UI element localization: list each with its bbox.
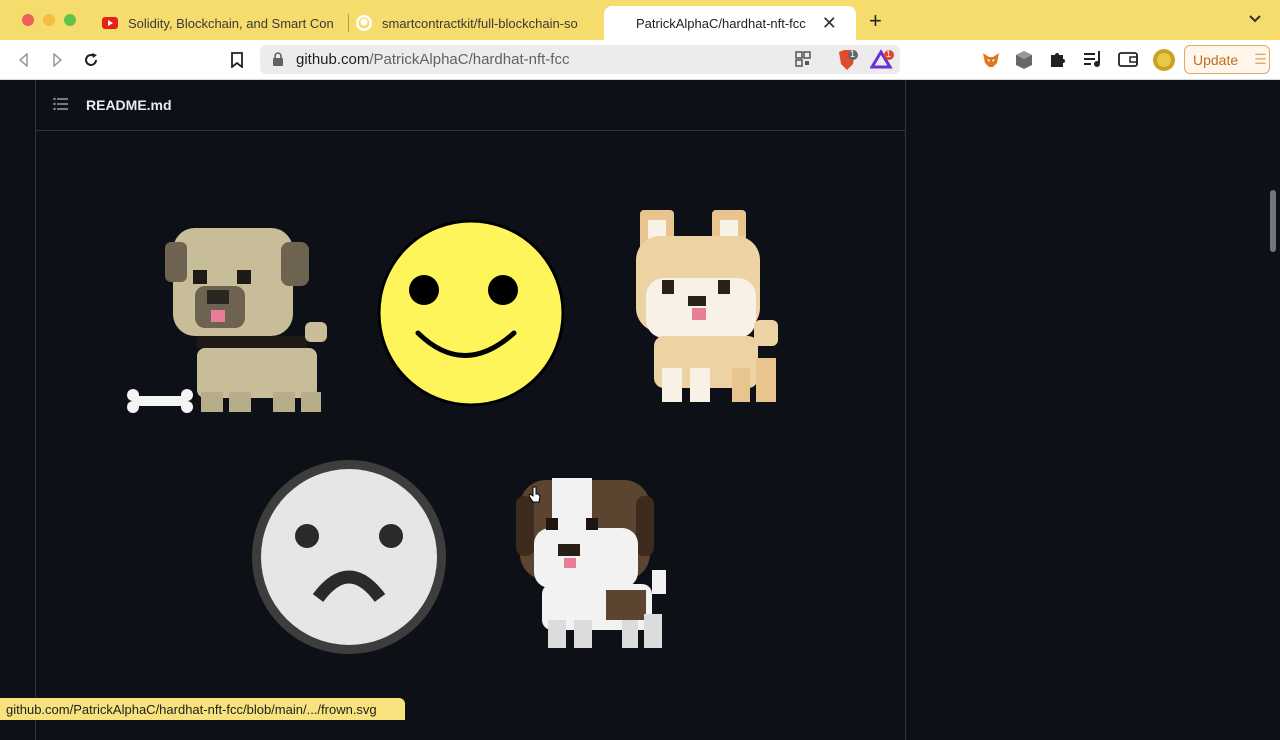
update-label: Update: [1193, 51, 1239, 68]
tab-github-blockchain[interactable]: smartcontractkit/full-blockchain-so: [342, 6, 598, 40]
tab-title: smartcontractkit/full-blockchain-so: [382, 15, 578, 31]
qr-code-icon[interactable]: [795, 51, 811, 72]
github-icon: [356, 15, 372, 31]
url-path: /PatrickAlphaC/hardhat-nft-fcc: [369, 51, 570, 68]
outline-list-icon[interactable]: [53, 97, 69, 116]
forward-icon[interactable]: [47, 50, 67, 70]
reload-icon[interactable]: [81, 50, 101, 70]
scrollbar-thumb[interactable]: [1270, 190, 1276, 252]
minimize-window-button[interactable]: [43, 14, 55, 26]
bookmark-icon[interactable]: [227, 50, 247, 70]
tab-hardhat-nft-fcc[interactable]: PatrickAlphaC/hardhat-nft-fcc ✕: [604, 6, 856, 40]
brave-badge: 1: [850, 49, 856, 59]
tab-close-icon[interactable]: ✕: [822, 13, 837, 34]
status-link-text: github.com/PatrickAlphaC/hardhat-nft-fcc…: [6, 701, 377, 717]
maximize-window-button[interactable]: [64, 14, 76, 26]
hand-cursor-icon: [528, 486, 541, 503]
rewards-badge: 1: [886, 49, 892, 59]
media-playlist-icon[interactable]: [1083, 50, 1103, 73]
link-status-bar: github.com/PatrickAlphaC/hardhat-nft-fcc…: [0, 698, 405, 720]
frown-face-image[interactable]: [244, 452, 454, 662]
readme-title: README.md: [86, 97, 172, 113]
close-window-button[interactable]: [22, 14, 34, 26]
update-button[interactable]: Update ☰: [1184, 45, 1270, 74]
tab-title: Solidity, Blockchain, and Smart Con: [128, 15, 334, 31]
brave-shields-icon[interactable]: 1: [836, 49, 858, 76]
cube-extension-icon[interactable]: [1015, 50, 1033, 75]
brave-rewards-icon[interactable]: 1: [869, 49, 894, 76]
pug-image[interactable]: [125, 220, 335, 420]
profile-avatar[interactable]: [1152, 48, 1176, 77]
tab-youtube[interactable]: Solidity, Blockchain, and Smart Con: [88, 6, 344, 40]
tab-title: PatrickAlphaC/hardhat-nft-fcc: [636, 15, 806, 31]
extensions-puzzle-icon[interactable]: [1049, 50, 1067, 73]
youtube-icon: [102, 17, 118, 29]
shiba-inu-image[interactable]: [632, 208, 782, 408]
wallet-icon[interactable]: [1118, 51, 1138, 72]
url-host: github.com: [296, 51, 370, 68]
menu-icon: ☰: [1254, 51, 1267, 67]
new-tab-button[interactable]: +: [869, 8, 882, 34]
metamask-icon[interactable]: [981, 50, 1001, 75]
lock-icon: [272, 52, 284, 71]
happy-face-image[interactable]: [376, 218, 566, 408]
url-text[interactable]: github.com/PatrickAlphaC/hardhat-nft-fcc: [296, 51, 569, 68]
tab-search-chevron-icon[interactable]: [1248, 12, 1262, 29]
back-icon[interactable]: [14, 50, 34, 70]
